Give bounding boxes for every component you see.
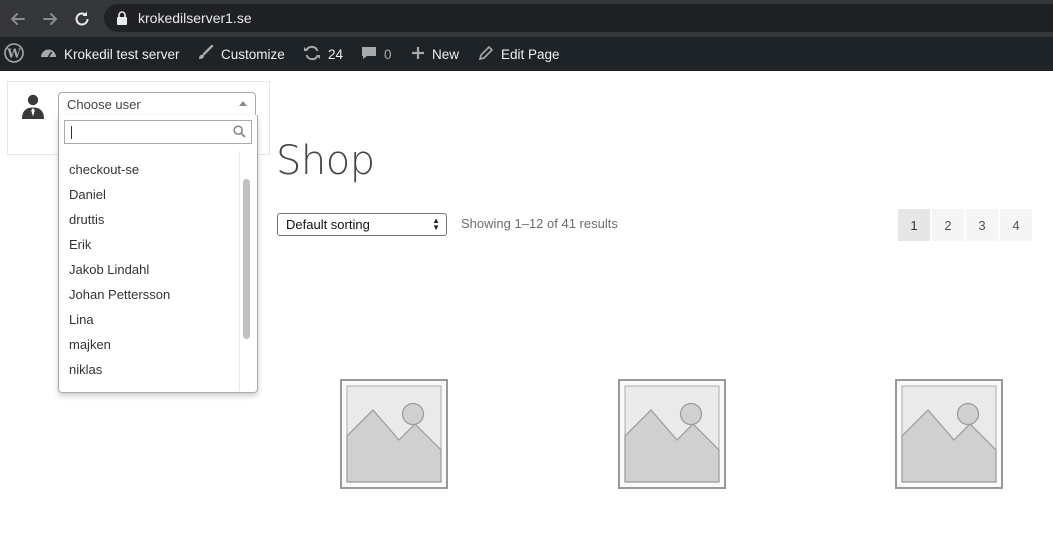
pagination-page[interactable]: 3 <box>966 209 998 241</box>
forward-icon[interactable] <box>39 8 61 30</box>
comments-count: 0 <box>384 46 392 62</box>
browser-toolbar: krokedilserver1.se <box>0 0 1053 37</box>
pagination-page[interactable]: 1 <box>898 209 930 241</box>
user-dropdown: checkout-se Daniel druttis Erik Jakob Li… <box>58 115 258 393</box>
svg-text:W: W <box>6 46 21 60</box>
user-option[interactable]: druttis <box>69 212 104 227</box>
url-text: krokedilserver1.se <box>138 10 252 26</box>
user-option[interactable]: Johan Pettersson <box>69 287 170 302</box>
wordpress-logo-button[interactable]: W <box>4 37 31 71</box>
wordpress-icon: W <box>4 42 31 66</box>
dashboard-icon <box>40 45 64 64</box>
pagination-page[interactable]: 2 <box>932 209 964 241</box>
user-option[interactable]: Lina <box>69 312 94 327</box>
lock-icon <box>116 11 128 30</box>
dropdown-scrollbar-thumb[interactable] <box>243 179 250 339</box>
paintbrush-icon <box>197 44 221 64</box>
search-icon <box>233 125 246 143</box>
site-name-link[interactable]: Krokedil test server <box>40 37 180 71</box>
user-option[interactable]: majken <box>69 337 111 352</box>
image-placeholder-icon <box>895 379 1003 489</box>
pagination-page[interactable]: 4 <box>1000 209 1032 241</box>
back-icon[interactable] <box>7 8 29 30</box>
user-option[interactable]: niklas <box>69 362 102 377</box>
choose-user-label: Choose user <box>67 97 141 112</box>
caret-up-icon <box>239 101 247 106</box>
user-option[interactable]: Jakob Lindahl <box>69 262 149 277</box>
user-option[interactable]: Erik <box>69 237 91 252</box>
updates-icon <box>303 44 328 65</box>
edit-page-link[interactable]: Edit Page <box>478 37 560 71</box>
updates-count: 24 <box>328 46 344 62</box>
user-option[interactable]: checkout-se <box>69 162 139 177</box>
image-placeholder-icon <box>618 379 726 489</box>
sorting-select[interactable]: Default sorting ▲ ▼ <box>277 213 447 236</box>
comment-icon <box>361 45 384 64</box>
edit-page-label: Edit Page <box>501 46 560 62</box>
admin-bar: W Krokedil test server Customize 24 0 Ne… <box>0 37 1053 71</box>
customize-label: Customize <box>221 46 285 62</box>
product-image-placeholder[interactable] <box>890 370 1014 500</box>
user-icon <box>21 94 45 125</box>
address-bar[interactable]: krokedilserver1.se <box>104 4 1053 32</box>
choose-user-select[interactable]: Choose user <box>58 92 256 116</box>
customize-link[interactable]: Customize <box>197 37 285 71</box>
pencil-icon <box>478 45 501 64</box>
updates-link[interactable]: 24 <box>303 37 343 71</box>
result-count: Showing 1–12 of 41 results <box>461 216 618 231</box>
sorting-label: Default sorting <box>286 217 370 232</box>
new-content-link[interactable]: New <box>411 37 459 71</box>
user-list: checkout-se Daniel druttis Erik Jakob Li… <box>59 151 239 391</box>
plus-icon <box>411 46 432 63</box>
user-option[interactable]: Daniel <box>69 187 106 202</box>
comments-link[interactable]: 0 <box>361 37 392 71</box>
image-placeholder-icon <box>340 379 448 489</box>
product-image-placeholder[interactable] <box>613 370 737 500</box>
user-search-input[interactable] <box>64 120 252 144</box>
page-title: Shop <box>276 138 375 184</box>
select-arrows-icon: ▲ ▼ <box>432 216 440 232</box>
reload-icon[interactable] <box>71 8 93 30</box>
text-cursor <box>71 126 72 139</box>
site-name-label: Krokedil test server <box>64 46 180 62</box>
product-image-placeholder[interactable] <box>335 370 459 500</box>
new-label: New <box>432 46 460 62</box>
